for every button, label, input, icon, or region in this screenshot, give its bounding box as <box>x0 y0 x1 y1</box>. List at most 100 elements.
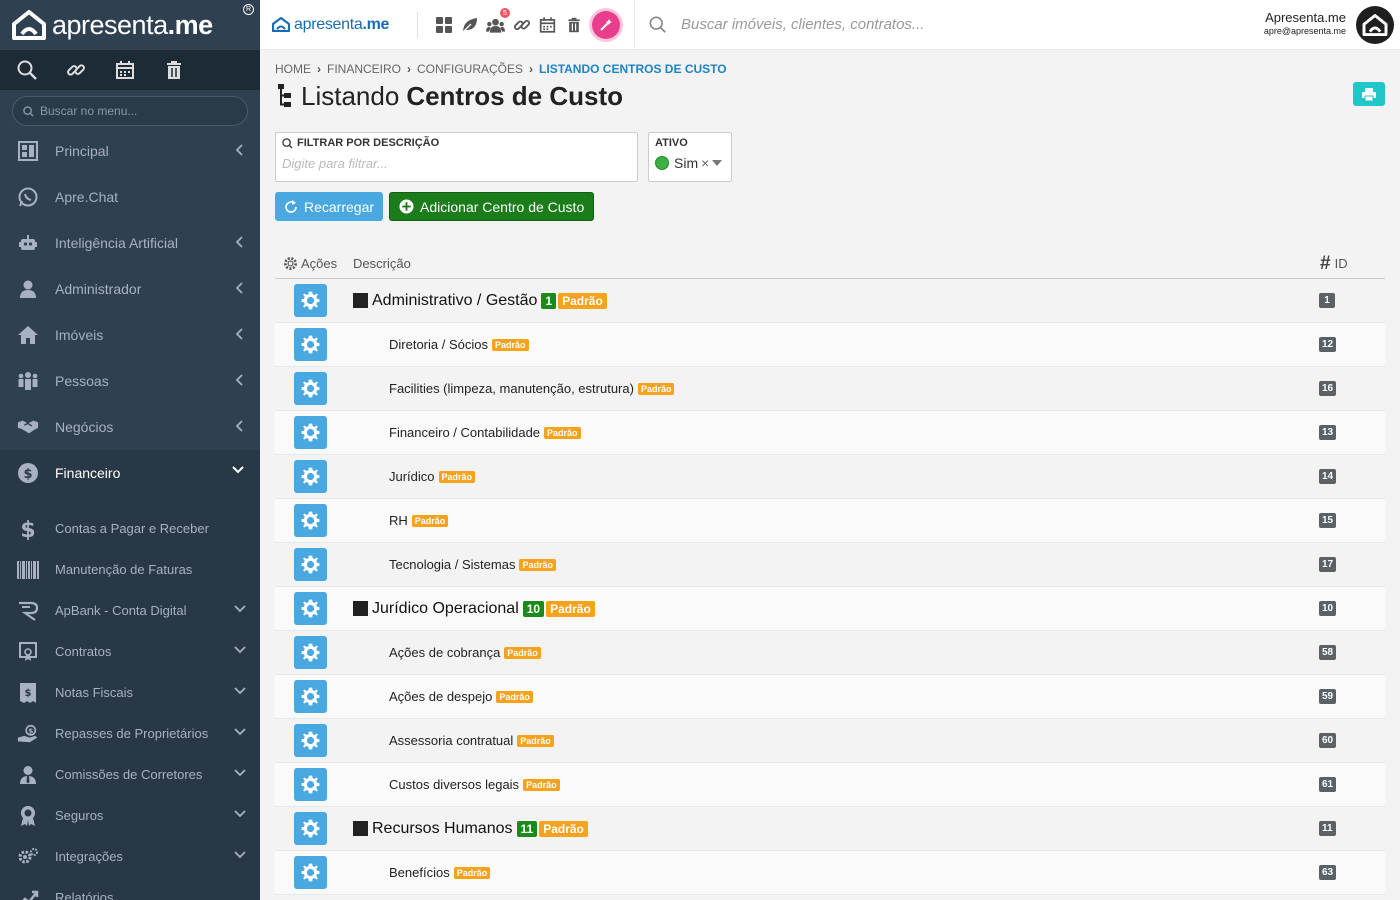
chevron-left-icon <box>236 144 243 156</box>
default-badge: Padrão <box>504 646 541 659</box>
search-icon[interactable] <box>16 60 37 81</box>
sidebar-item-negocios[interactable]: Negócios <box>0 404 260 450</box>
cost-center-name: RH <box>389 513 408 528</box>
link-icon[interactable] <box>65 60 86 81</box>
chevron-left-icon <box>236 374 243 386</box>
default-badge: Padrão <box>546 600 595 617</box>
global-search-placeholder: Buscar imóveis, clientes, contratos... <box>681 16 925 33</box>
sidebar-item-label: Notas Fiscais <box>55 685 134 700</box>
sidebar-subitem-contas[interactable]: $ Contas a Pagar e Receber <box>0 508 260 549</box>
row-actions-button[interactable] <box>294 460 327 493</box>
breadcrumb-item[interactable]: HOME <box>275 62 311 76</box>
reload-button[interactable]: Recarregar <box>275 192 384 221</box>
row-description: Recursos Humanos 11 Padrão <box>353 820 588 838</box>
row-actions-button[interactable] <box>294 372 327 405</box>
row-actions-button[interactable] <box>294 504 327 537</box>
sidebar-item-label: Principal <box>55 143 109 159</box>
sidebar-item-ia[interactable]: Inteligência Artificial <box>0 220 260 266</box>
table-row: Custos diversos legais Padrão 61 <box>275 763 1385 807</box>
row-actions-button[interactable] <box>294 416 327 449</box>
table-row: Jurídico Operacional 10 Padrão 10 <box>275 587 1385 631</box>
sidebar-item-financeiro[interactable]: $ Financeiro <box>0 450 260 496</box>
row-actions-button[interactable] <box>294 724 327 757</box>
global-search-input[interactable]: Buscar imóveis, clientes, contratos... <box>634 0 924 50</box>
column-header-description[interactable]: Descrição <box>353 256 411 271</box>
sidebar-item-aprechat[interactable]: Apre.Chat <box>0 174 260 220</box>
people-icon <box>17 370 39 392</box>
row-actions-button[interactable] <box>294 680 327 713</box>
sidebar-subitem-notas[interactable]: $ Notas Fiscais <box>0 672 260 713</box>
logo-icon <box>1362 14 1388 36</box>
gear-icon <box>301 291 320 310</box>
id-badge: 13 <box>1319 425 1337 440</box>
square-icon <box>353 821 368 836</box>
hashtag-icon: # <box>1320 252 1331 274</box>
sidebar-subitem-comissoes[interactable]: Comissões de Corretores <box>0 754 260 795</box>
breadcrumb-item[interactable]: FINANCEIRO <box>327 62 401 76</box>
id-badge: 16 <box>1319 381 1337 396</box>
active-filter-select[interactable]: ATIVO Sim × <box>648 132 732 182</box>
description-filter-field[interactable]: FILTRAR POR DESCRIÇÃO Digite para filtra… <box>275 132 638 182</box>
breadcrumb-item[interactable]: CONFIGURAÇÕES <box>417 62 523 76</box>
caret-down-icon[interactable] <box>712 160 723 166</box>
row-description: Tecnologia / Sistemas Padrão <box>389 557 556 572</box>
row-actions-button[interactable] <box>294 592 327 625</box>
trash-icon[interactable] <box>163 60 184 81</box>
sidebar-subitem-contratos[interactable]: Contratos <box>0 631 260 672</box>
gear-icon <box>301 379 320 398</box>
avatar[interactable] <box>1356 6 1394 44</box>
sidebar-item-administrador[interactable]: Administrador <box>0 266 260 312</box>
row-actions-button[interactable] <box>294 812 327 845</box>
hand-coin-icon: $ <box>17 723 39 745</box>
topbar-logo-suffix: .me <box>362 15 390 33</box>
calendar-icon[interactable] <box>114 60 135 81</box>
trash-icon[interactable] <box>564 15 583 34</box>
sidebar-subitem-seguros[interactable]: Seguros <box>0 795 260 836</box>
user-info[interactable]: Apresenta.me apre@apresenta.me <box>1264 10 1346 36</box>
link-icon[interactable] <box>512 15 531 34</box>
column-header-id[interactable]: # ID <box>1320 253 1348 275</box>
row-description: Benefícios Padrão <box>389 865 491 880</box>
users-icon[interactable]: 5 <box>486 8 510 34</box>
table-row: Tecnologia / Sistemas Padrão 17 <box>275 543 1385 587</box>
sidebar-item-label: ApBank - Conta Digital <box>55 603 187 618</box>
sidebar-item-pessoas[interactable]: Pessoas <box>0 358 260 404</box>
id-badge: 17 <box>1319 557 1337 572</box>
chevron-down-icon <box>234 810 246 818</box>
row-actions-button[interactable] <box>294 328 327 361</box>
topbar-logo[interactable]: apresenta.me <box>272 16 417 34</box>
clear-icon[interactable]: × <box>701 155 709 171</box>
main-content: HOME › FINANCEIRO › CONFIGURAÇÕES › LIST… <box>275 50 1385 895</box>
sidebar-item-principal[interactable]: Principal <box>0 128 260 174</box>
sidebar-subitem-faturas[interactable]: Manutenção de Faturas <box>0 549 260 590</box>
logo-icon <box>12 10 46 40</box>
row-actions-button[interactable] <box>294 548 327 581</box>
children-count-badge: 11 <box>516 820 538 837</box>
row-actions-button[interactable] <box>294 636 327 669</box>
sidebar-item-imoveis[interactable]: Imóveis <box>0 312 260 358</box>
add-cost-center-button[interactable]: Adicionar Centro de Custo <box>389 192 595 221</box>
row-actions-button[interactable] <box>294 284 327 317</box>
calendar-icon[interactable] <box>538 15 557 34</box>
sidebar-subitem-repasses[interactable]: $ Repasses de Proprietários <box>0 713 260 754</box>
sidebar-subitem-relatorios[interactable]: Relatórios <box>0 877 260 900</box>
leaf-icon[interactable] <box>460 15 479 34</box>
table-row: RH Padrão 15 <box>275 499 1385 543</box>
grid-icon[interactable] <box>434 15 453 34</box>
row-actions-button[interactable] <box>294 768 327 801</box>
sidebar-subitem-integracoes[interactable]: Integrações <box>0 836 260 877</box>
magic-icon[interactable] <box>592 10 620 39</box>
default-badge: Padrão <box>558 292 607 309</box>
row-description: Financeiro / Contabilidade Padrão <box>389 425 581 440</box>
sidebar-search-input[interactable]: Buscar no menu... <box>12 96 248 126</box>
row-description: Ações de despejo Padrão <box>389 689 533 704</box>
sidebar-subitem-apbank[interactable]: ApBank - Conta Digital <box>0 590 260 631</box>
financeiro-submenu: $ Contas a Pagar e Receber Manutenção de… <box>0 496 260 900</box>
page-title-bold: Centros de Custo <box>406 80 623 111</box>
gear-icon <box>301 599 320 618</box>
chevron-left-icon <box>236 282 243 294</box>
row-actions-button[interactable] <box>294 856 327 889</box>
default-badge: Padrão <box>438 470 476 483</box>
sidebar-logo[interactable]: apresenta.me R <box>0 0 260 50</box>
print-button[interactable] <box>1353 82 1385 106</box>
